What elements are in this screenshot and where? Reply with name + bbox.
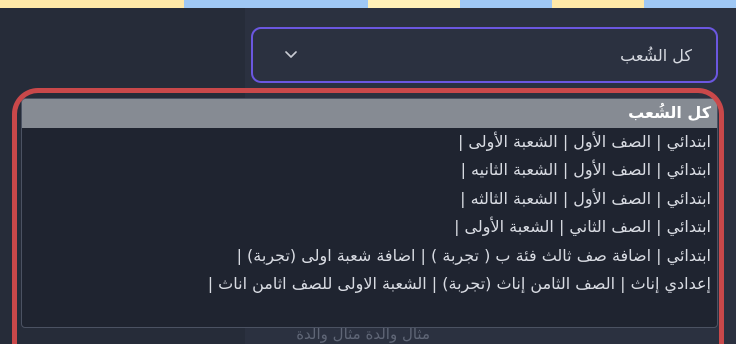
dropdown-option[interactable]: ابتدائي | الصف الأول | الشعبة الثالثه | [22,185,717,214]
sections-select[interactable]: كل الشُعب [251,27,718,83]
dropdown-option[interactable]: ابتدائي | اضافة صف ثالث فئة ب ( تجربة ) … [22,242,717,271]
dropdown-option[interactable]: ابتدائي | الصف الأول | الشعبة الأولى | [22,128,717,157]
select-current-value: كل الشُعب [620,45,692,65]
dropdown-option-all-sections[interactable]: كل الشُعب [22,99,717,128]
dropdown-option[interactable]: ابتدائي | الصف الأول | الشعبة الثانيه | [22,156,717,185]
dropdown-option[interactable]: إعدادي إناث | الصف الثامن إناث (تجربة) |… [22,270,717,299]
top-color-strip [0,0,736,8]
chevron-down-icon [283,47,299,63]
dropdown-option[interactable]: ابتدائي | الصف الثاني | الشعبة الأولى | [22,213,717,242]
sections-dropdown-list[interactable]: كل الشُعب ابتدائي | الصف الأول | الشعبة … [21,98,718,328]
